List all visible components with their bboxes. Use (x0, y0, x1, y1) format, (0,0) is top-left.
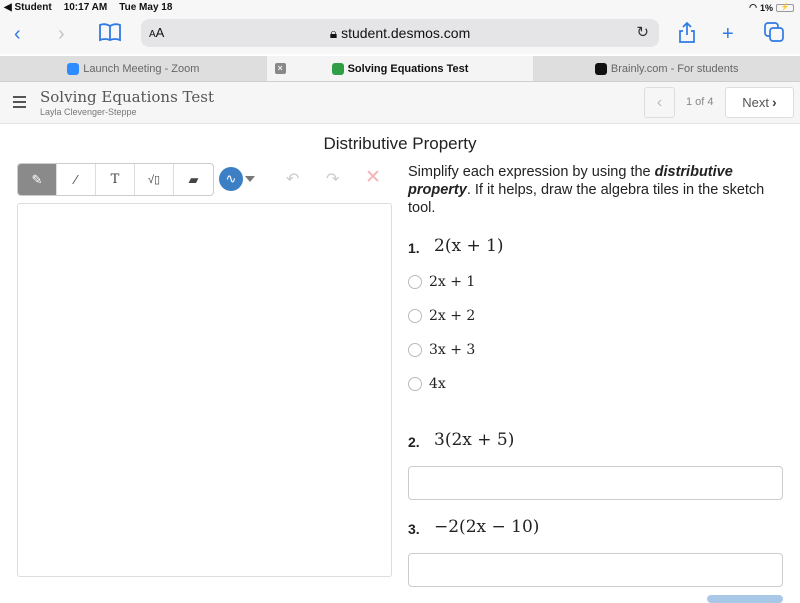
clear-sketch-icon[interactable]: ✕ (365, 166, 381, 189)
address-bar[interactable]: AA 🔒︎ student.desmos.com ↻ (141, 19, 659, 47)
text-tool[interactable]: T (96, 164, 135, 195)
share-icon[interactable] (678, 21, 696, 50)
question-1-number: 1. (408, 240, 420, 256)
pencil-icon: ✎ (31, 171, 43, 187)
color-dropdown-caret-icon[interactable] (245, 176, 255, 182)
instructions: Simplify each expression by using the di… (408, 164, 765, 216)
square-root-icon: √▯ (147, 174, 161, 186)
desmos-favicon-icon (331, 62, 344, 75)
line-icon: ∕ (74, 172, 78, 187)
math-tool[interactable]: √▯ (135, 164, 174, 195)
squiggle-icon: ∿ (225, 171, 237, 186)
page-indicator: 1 of 4 (686, 96, 714, 108)
choice-option[interactable]: 3x + 3 (408, 342, 475, 358)
chevron-left-icon: ‹ (656, 94, 663, 111)
tab-desmos[interactable]: × Solving Equations Test (266, 56, 534, 81)
forward-button[interactable]: › (58, 22, 65, 46)
tab-zoom[interactable]: Launch Meeting - Zoom (0, 56, 267, 81)
question-3-number: 3. (408, 521, 420, 537)
text-icon: T (110, 172, 120, 187)
question-2-number: 2. (408, 434, 420, 450)
eraser-tool[interactable]: ▰ (174, 164, 213, 195)
status-date: Tue May 18 (119, 2, 173, 13)
activity-title: Solving Equations Test (40, 88, 214, 106)
pencil-tool[interactable]: ✎ (18, 164, 57, 195)
back-button[interactable]: ‹ (14, 22, 21, 46)
battery-percent: 1% (759, 2, 773, 13)
radio-button[interactable] (408, 309, 422, 323)
question-3-expression: −2(2x − 10) (434, 517, 540, 537)
pen-color-button[interactable]: ∿ (219, 167, 243, 191)
radio-button[interactable] (408, 275, 422, 289)
tab-brainly[interactable]: Brainly.com - For students (533, 56, 800, 81)
choice-option[interactable]: 2x + 2 (408, 308, 475, 324)
question-1-expression: 2(x + 1) (434, 236, 504, 256)
browser-toolbar: ‹ › AA 🔒︎ student.desmos.com ↻ + (0, 16, 800, 54)
back-to-app-link[interactable]: ◀ Student (4, 2, 52, 13)
radio-button[interactable] (408, 377, 422, 391)
status-time: 10:17 AM (63, 2, 108, 13)
eraser-icon: ▰ (188, 171, 199, 187)
sketch-canvas[interactable] (17, 203, 392, 577)
choice-option[interactable]: 4x (408, 376, 446, 392)
redo-icon[interactable]: ↷ (326, 169, 339, 189)
submit-button[interactable] (707, 595, 783, 603)
activity-header: Solving Equations Test Layla Clevenger-S… (0, 82, 800, 124)
screen-title: Distributive Property (323, 134, 477, 153)
lock-icon: 🔒︎ (329, 25, 338, 41)
choice-option[interactable]: 2x + 1 (408, 274, 475, 290)
menu-icon[interactable] (13, 96, 26, 111)
question-2-answer-input[interactable] (408, 466, 783, 500)
wifi-icon: ◠ (749, 2, 757, 12)
new-tab-icon[interactable]: + (722, 22, 734, 46)
browser-tabs: Launch Meeting - Zoom × Solving Equation… (0, 56, 800, 82)
sketch-toolbar: ✎ ∕ T √▯ ▰ (17, 163, 214, 196)
bookmarks-icon[interactable] (99, 22, 121, 48)
line-tool[interactable]: ∕ (57, 164, 96, 195)
next-button[interactable]: Next › (725, 87, 794, 118)
student-name: Layla Clevenger-Steppe (40, 107, 137, 117)
reload-icon[interactable]: ↻ (636, 23, 649, 41)
battery-icon: ⚡ (776, 3, 794, 12)
radio-button[interactable] (408, 343, 422, 357)
question-3-answer-input[interactable] (408, 553, 783, 587)
previous-button[interactable]: ‹ (644, 87, 675, 118)
question-2-expression: 3(2x + 5) (434, 430, 515, 450)
zoom-favicon-icon (67, 62, 80, 75)
tabs-overview-icon[interactable] (764, 22, 784, 48)
brainly-favicon-icon (594, 62, 607, 75)
url-text: 🔒︎ student.desmos.com (329, 25, 471, 41)
undo-icon[interactable]: ↶ (286, 169, 299, 189)
chevron-right-icon: › (772, 94, 777, 110)
ios-status-bar: ◀ Student 10:17 AM Tue May 18 ◠ 1% ⚡ (0, 0, 800, 16)
close-tab-icon[interactable]: × (274, 63, 286, 74)
